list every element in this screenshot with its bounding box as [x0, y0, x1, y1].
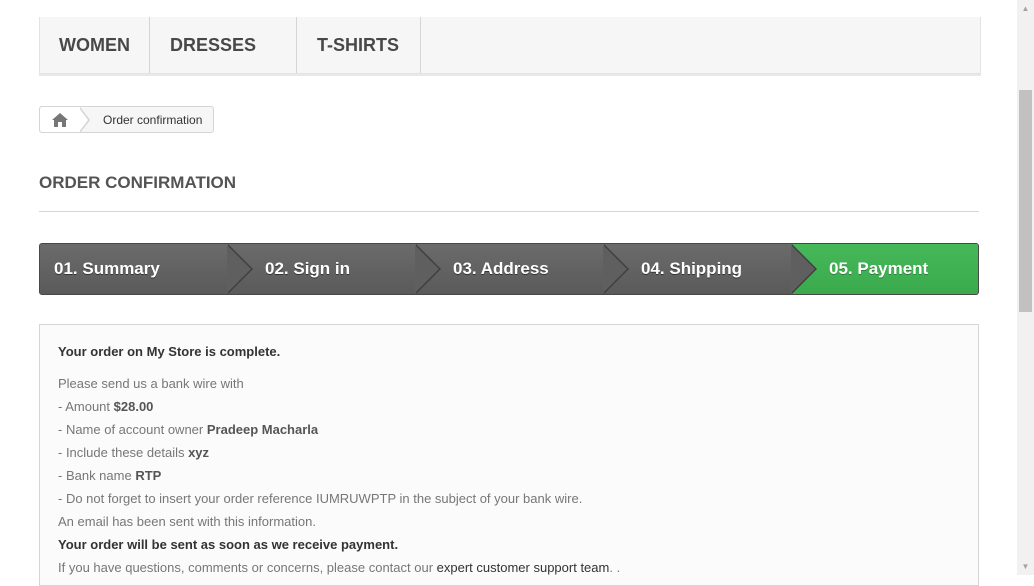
- menu-item-dresses[interactable]: DRESSES: [150, 17, 297, 73]
- step-payment: 05. Payment: [792, 244, 978, 294]
- email-line: An email has been sent with this informa…: [58, 514, 316, 529]
- step-arrow: [415, 244, 441, 294]
- step-label: 01. Summary: [54, 259, 160, 278]
- breadcrumb-home-link[interactable]: [40, 106, 90, 133]
- order-steps: 01. Summary 02. Sign in 03. Address 04. …: [39, 243, 979, 295]
- breadcrumb-separator: [79, 106, 90, 133]
- scroll-up-arrow-icon[interactable]: ▲: [1017, 0, 1034, 17]
- title-suffix: is complete.: [201, 344, 281, 359]
- step-arrow: [227, 244, 253, 294]
- bank-wire-intro: Please send us a bank wire with: [58, 376, 244, 391]
- order-confirmation-box: Your order on My Store is complete. Plea…: [39, 324, 979, 586]
- support-link[interactable]: expert customer support team: [437, 560, 610, 575]
- bank-value: RTP: [135, 468, 162, 483]
- owner-label: - Name of account owner: [58, 422, 207, 437]
- title-prefix: Your order on: [58, 344, 147, 359]
- owner-value: Pradeep Macharla: [206, 422, 319, 437]
- confirmation-title: Your order on My Store is complete.: [58, 344, 280, 359]
- contact-suffix: . .: [609, 560, 621, 575]
- amount-label: - Amount: [58, 399, 114, 414]
- step-address: 03. Address: [416, 244, 629, 294]
- menu-item-tshirts[interactable]: T-SHIRTS: [297, 17, 421, 73]
- amount-line: - Amount $28.00: [58, 399, 153, 414]
- step-shipping: 04. Shipping: [604, 244, 817, 294]
- home-icon: [52, 112, 68, 127]
- details-value: xyz: [188, 445, 210, 460]
- page-title: ORDER CONFIRMATION: [39, 173, 979, 212]
- reference-line: - Do not forget to insert your order ref…: [58, 491, 583, 506]
- bank-line: - Bank name RTP: [58, 468, 161, 483]
- details-line: - Include these details xyz: [58, 445, 209, 460]
- breadcrumb: Order confirmation: [39, 106, 215, 133]
- bank-label: - Bank name: [58, 468, 136, 483]
- step-summary: 01. Summary: [40, 244, 253, 294]
- step-arrow: [791, 244, 817, 294]
- step-sign-in: 02. Sign in: [228, 244, 441, 294]
- vertical-scrollbar[interactable]: ▲ ▼: [1017, 0, 1034, 575]
- contact-line: If you have questions, comments or conce…: [58, 560, 620, 575]
- owner-line: - Name of account owner Pradeep Macharla: [58, 422, 318, 437]
- details-label: - Include these details: [58, 445, 189, 460]
- contact-prefix: If you have questions, comments or conce…: [58, 560, 437, 575]
- scroll-thumb[interactable]: [1019, 90, 1032, 312]
- step-arrow: [603, 244, 629, 294]
- top-menu: WOMEN DRESSES T-SHIRTS: [39, 17, 981, 74]
- menu-item-women[interactable]: WOMEN: [40, 17, 150, 73]
- store-name: My Store: [146, 344, 202, 359]
- amount-value: $28.00: [113, 399, 154, 414]
- sent-line: Your order will be sent as soon as we re…: [58, 537, 399, 552]
- breadcrumb-current: Order confirmation: [103, 112, 203, 127]
- scroll-down-arrow-icon[interactable]: ▼: [1017, 558, 1034, 575]
